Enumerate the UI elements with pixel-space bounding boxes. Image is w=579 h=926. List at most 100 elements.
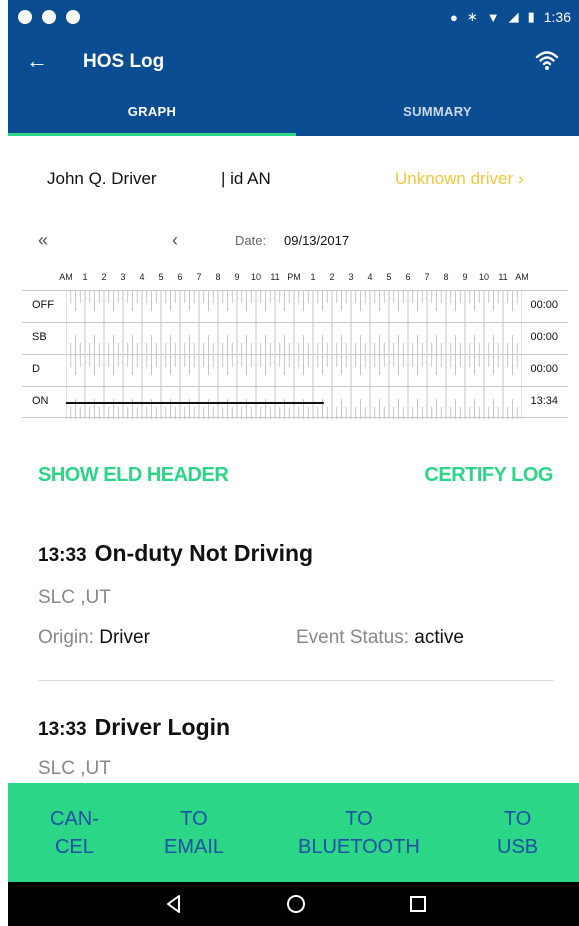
graph-row-total: 00:00 [530,363,558,375]
hour-label: 5 [158,272,164,282]
graph-row-label: OFF [32,299,54,311]
hour-label: 8 [443,272,449,282]
hour-label: 1 [82,272,88,282]
event-origin: Origin: Driver [38,627,150,649]
recents-square-icon[interactable] [404,890,432,918]
system-nav-bar [8,882,579,926]
hour-label: 6 [177,272,183,282]
graph-row-ticks [66,355,522,387]
hour-label: 10 [478,272,490,282]
status-bar: ● ∗ ▼ ◢ ▮ 1:36 [8,0,579,38]
back-arrow-icon[interactable]: ← [26,48,48,74]
status-value: active [414,627,464,648]
hour-label: 6 [405,272,411,282]
hour-label: 9 [234,272,240,282]
event-time: 13:33 [38,545,87,566]
hour-label: 2 [101,272,107,282]
battery-icon: ▮ [527,9,535,24]
button-line: CAN- [50,808,99,830]
button-line: TO [345,808,373,830]
to-email-button[interactable]: TO EMAIL [164,805,224,861]
page-title: HOS Log [83,51,165,72]
status-left-icons [18,10,80,24]
graph-row-total: 13:34 [530,395,558,407]
tab-bar: GRAPH SUMMARY [8,88,579,136]
hour-label: 2 [329,272,335,282]
hour-label: 9 [462,272,468,282]
shield-icon [42,10,56,24]
event-status: Event Status: active [296,627,464,649]
tab-graph[interactable]: GRAPH [8,88,296,136]
hos-graph: OFF 00:00 SB 00:00 D 00:00 ON 13:34 [22,290,568,419]
graph-row-label: ON [32,395,49,407]
hour-label: 7 [424,272,430,282]
bluetooth-icon: ∗ [466,9,478,24]
hour-label: PM [287,272,301,282]
status-time: 1:36 [543,9,571,25]
certify-log-button[interactable]: CERTIFY LOG [424,464,553,487]
show-eld-header-button[interactable]: SHOW ELD HEADER [38,464,229,487]
event-location: SLC ,UT [38,587,111,608]
button-line: CEL [54,836,94,858]
event-location: SLC ,UT [38,758,111,779]
event-title: 13:33 On-duty Not Driving [38,540,313,567]
wifi-icon[interactable] [535,48,559,72]
hour-label: 5 [386,272,392,282]
wifi-signal-icon: ▼ [486,9,500,25]
graph-row-ticks [66,291,522,323]
button-line: EMAIL [164,836,225,858]
event-type: Driver Login [94,714,231,740]
location-icon: ● [449,9,458,25]
hour-label: 4 [367,272,373,282]
origin-label: Origin: [38,627,94,648]
graph-row-total: 00:00 [530,299,558,311]
cancel-button[interactable]: CAN- CEL [50,805,99,861]
hour-label: 8 [215,272,221,282]
graph-row-off: OFF 00:00 [22,290,568,323]
export-bar: CAN- CEL TO EMAIL TO BLUETOOTH TO USB [8,783,579,882]
event-title: 13:33 Driver Login [38,714,230,741]
android-icon [66,10,80,24]
driver-name: John Q. Driver [47,169,157,188]
event-time: 13:33 [38,719,87,740]
date-label: Date: [235,233,267,248]
unknown-driver-link[interactable]: Unknown driver › [395,169,524,189]
hour-label: AM [59,272,73,282]
hour-label: 1 [310,272,316,282]
status-label: Event Status: [296,627,410,648]
log-actions: SHOW ELD HEADER CERTIFY LOG [8,464,579,492]
graph-row-d: D 00:00 [22,354,568,387]
first-day-button[interactable]: « [38,230,48,251]
button-line: TO [503,808,532,830]
hour-label: 3 [348,272,354,282]
graph-row-ticks [66,387,522,419]
button-line: TO [180,808,208,830]
home-circle-icon[interactable] [282,890,310,918]
date-value: 09/13/2017 [284,233,350,248]
graph-row-sb: SB 00:00 [22,322,568,355]
hour-label: 11 [270,272,280,282]
active-tab-indicator [8,133,296,136]
message-icon [18,10,32,24]
hour-label: 3 [120,272,126,282]
graph-row-on: ON 13:34 [22,386,568,419]
to-bluetooth-button[interactable]: TO BLUETOOTH [298,805,420,861]
driver-id: | id AN [221,169,271,188]
app-bar: ← HOS Log [8,38,579,88]
hour-label: 10 [250,272,262,282]
status-right-icons: ● ∗ ▼ ◢ ▮ 1:36 [450,9,571,25]
hour-label: 4 [139,272,145,282]
to-usb-button[interactable]: TO USB [497,805,538,861]
graph-row-total: 00:00 [530,331,558,343]
graph-row-label: SB [32,331,47,343]
hour-label: 11 [498,272,508,282]
tab-summary[interactable]: SUMMARY [296,88,579,136]
origin-value: Driver [99,627,150,648]
button-line: BLUETOOTH [298,836,420,858]
graph-row-ticks [66,323,522,355]
button-line: USB [497,836,539,858]
app-screen: { "status_bar": {"time": "1:36", "left_i… [0,0,579,926]
event-type: On-duty Not Driving [94,540,314,566]
back-triangle-icon[interactable] [160,890,188,918]
previous-day-button[interactable]: ‹ [172,230,178,251]
